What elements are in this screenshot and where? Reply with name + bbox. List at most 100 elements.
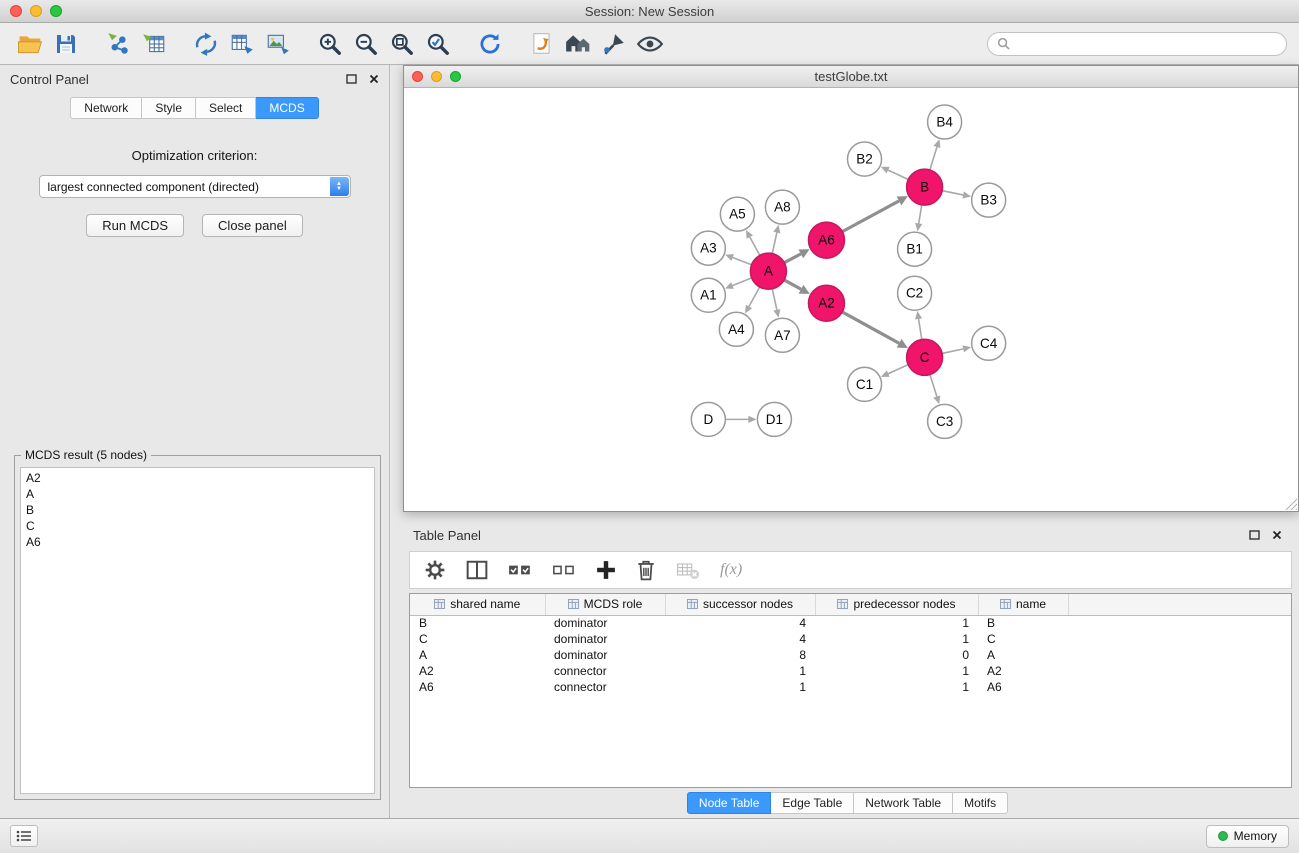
zoom-fit-button[interactable] [384, 27, 420, 61]
graph-node-B4[interactable]: B4 [928, 105, 962, 139]
graph-node-A1[interactable]: A1 [691, 278, 725, 312]
graph-node-B2[interactable]: B2 [847, 142, 881, 176]
table-row[interactable]: Cdominator41C [410, 631, 1291, 647]
graph-edge-A-A3[interactable] [733, 257, 752, 264]
export-table-button[interactable] [224, 27, 260, 61]
tab-style[interactable]: Style [142, 97, 196, 119]
graph-edge-C-C4[interactable] [942, 349, 963, 354]
graph-edge-C-C1[interactable] [888, 365, 908, 374]
export-network-button[interactable] [188, 27, 224, 61]
close-table-panel-button[interactable] [1272, 530, 1282, 540]
graph-edge-A-A6[interactable] [784, 254, 801, 263]
search-input[interactable] [1015, 37, 1277, 51]
graph-node-A8[interactable]: A8 [765, 190, 799, 224]
network-canvas[interactable]: AA2A6BCA1A3A4A5A7A8B1B2B3B4C1C2C3C4DD1 [404, 88, 1298, 511]
mcds-result-item[interactable]: A6 [26, 534, 369, 550]
table-row[interactable]: A2connector11A2 [410, 663, 1291, 679]
graph-node-A3[interactable]: A3 [691, 231, 725, 265]
table-row[interactable]: A6connector11A6 [410, 679, 1291, 695]
table-row[interactable]: Adominator80A [410, 647, 1291, 663]
zoom-selected-button[interactable] [420, 27, 456, 61]
minimize-network-window-button[interactable] [431, 71, 442, 82]
zoom-out-button[interactable] [348, 27, 384, 61]
graph-node-B1[interactable]: B1 [898, 232, 932, 266]
style-brush-button[interactable] [596, 27, 632, 61]
graph-edge-A-A7[interactable] [772, 289, 777, 310]
maximize-network-window-button[interactable] [450, 71, 461, 82]
graph-node-B3[interactable]: B3 [972, 183, 1006, 217]
mcds-result-item[interactable]: A2 [26, 470, 369, 486]
memory-button[interactable]: Memory [1206, 825, 1289, 848]
import-table-button[interactable] [136, 27, 172, 61]
delete-column-button[interactable] [636, 559, 656, 581]
refresh-button[interactable] [472, 27, 508, 61]
deselect-all-button[interactable] [552, 561, 576, 579]
export-image-button[interactable] [260, 27, 296, 61]
select-all-button[interactable] [508, 561, 532, 579]
import-network-button[interactable] [100, 27, 136, 61]
graph-edge-A6-B[interactable] [842, 201, 899, 232]
float-panel-button[interactable] [346, 74, 357, 84]
delete-table-button[interactable] [676, 560, 700, 580]
mcds-result-item[interactable]: C [26, 518, 369, 534]
mcds-result-item[interactable]: B [26, 502, 369, 518]
graph-node-A2[interactable]: A2 [808, 285, 844, 321]
tab-network-table[interactable]: Network Table [854, 792, 953, 814]
graph-edge-B-B2[interactable] [888, 170, 908, 179]
maximize-window-button[interactable] [50, 5, 62, 17]
graph-node-C[interactable]: C [907, 339, 943, 375]
minimize-window-button[interactable] [30, 5, 42, 17]
task-history-button[interactable] [10, 825, 38, 847]
save-session-button[interactable] [48, 27, 84, 61]
table-row[interactable]: Bdominator41B [410, 615, 1291, 631]
session-file-button[interactable] [524, 27, 560, 61]
mcds-result-list[interactable]: A2ABCA6 [20, 467, 375, 794]
function-builder-button[interactable]: f(x) [720, 561, 742, 579]
mcds-result-item[interactable]: A [26, 486, 369, 502]
optimization-dropdown[interactable]: largest connected component (directed) ▲… [39, 175, 351, 198]
float-table-panel-button[interactable] [1249, 530, 1260, 540]
tab-mcds[interactable]: MCDS [256, 97, 318, 119]
graph-edge-A-A4[interactable] [749, 287, 760, 306]
graph-edge-A2-C[interactable] [842, 312, 899, 343]
column-header-predecessor-nodes[interactable]: predecessor nodes [815, 594, 978, 615]
zoom-in-button[interactable] [312, 27, 348, 61]
open-session-button[interactable] [12, 27, 48, 61]
graph-node-C3[interactable]: C3 [928, 404, 962, 438]
graph-node-C4[interactable]: C4 [972, 326, 1006, 360]
resize-grip[interactable] [1285, 498, 1297, 510]
column-header-shared-name[interactable]: shared name [410, 594, 545, 615]
tab-edge-table[interactable]: Edge Table [771, 792, 854, 814]
graph-node-A5[interactable]: A5 [720, 197, 754, 231]
home-button[interactable] [560, 27, 596, 61]
graph-node-A[interactable]: A [750, 253, 786, 289]
graph-edge-A-A8[interactable] [772, 233, 777, 254]
graph-node-C2[interactable]: C2 [898, 276, 932, 310]
close-panel-button-mcds[interactable]: Close panel [202, 214, 303, 237]
graph-edge-C-C3[interactable] [930, 375, 937, 397]
column-header-successor-nodes[interactable]: successor nodes [665, 594, 815, 615]
graph-node-B[interactable]: B [907, 169, 943, 205]
show-columns-button[interactable] [466, 560, 488, 580]
graph-node-A4[interactable]: A4 [719, 312, 753, 346]
graph-node-D1[interactable]: D1 [757, 402, 791, 436]
graph-edge-B-B4[interactable] [930, 147, 937, 170]
column-header-mcds-role[interactable]: MCDS role [545, 594, 665, 615]
graph-edge-B-B1[interactable] [919, 205, 922, 224]
run-mcds-button[interactable]: Run MCDS [86, 214, 184, 237]
tab-select[interactable]: Select [196, 97, 256, 119]
graph-node-C1[interactable]: C1 [847, 367, 881, 401]
node-table[interactable]: shared nameMCDS rolesuccessor nodesprede… [409, 593, 1292, 788]
graph-edge-A-A1[interactable] [733, 278, 752, 286]
graph-edge-A-A5[interactable] [750, 237, 760, 255]
column-header-name[interactable]: name [978, 594, 1068, 615]
tab-node-table[interactable]: Node Table [687, 792, 772, 814]
graph-edge-A-A2[interactable] [784, 280, 801, 289]
tab-motifs[interactable]: Motifs [953, 792, 1008, 814]
close-network-window-button[interactable] [412, 71, 423, 82]
close-panel-button[interactable] [369, 74, 379, 84]
graph-node-A6[interactable]: A6 [808, 222, 844, 258]
tab-network[interactable]: Network [70, 97, 142, 119]
graph-edge-C-C2[interactable] [919, 319, 922, 340]
graph-node-A7[interactable]: A7 [765, 318, 799, 352]
